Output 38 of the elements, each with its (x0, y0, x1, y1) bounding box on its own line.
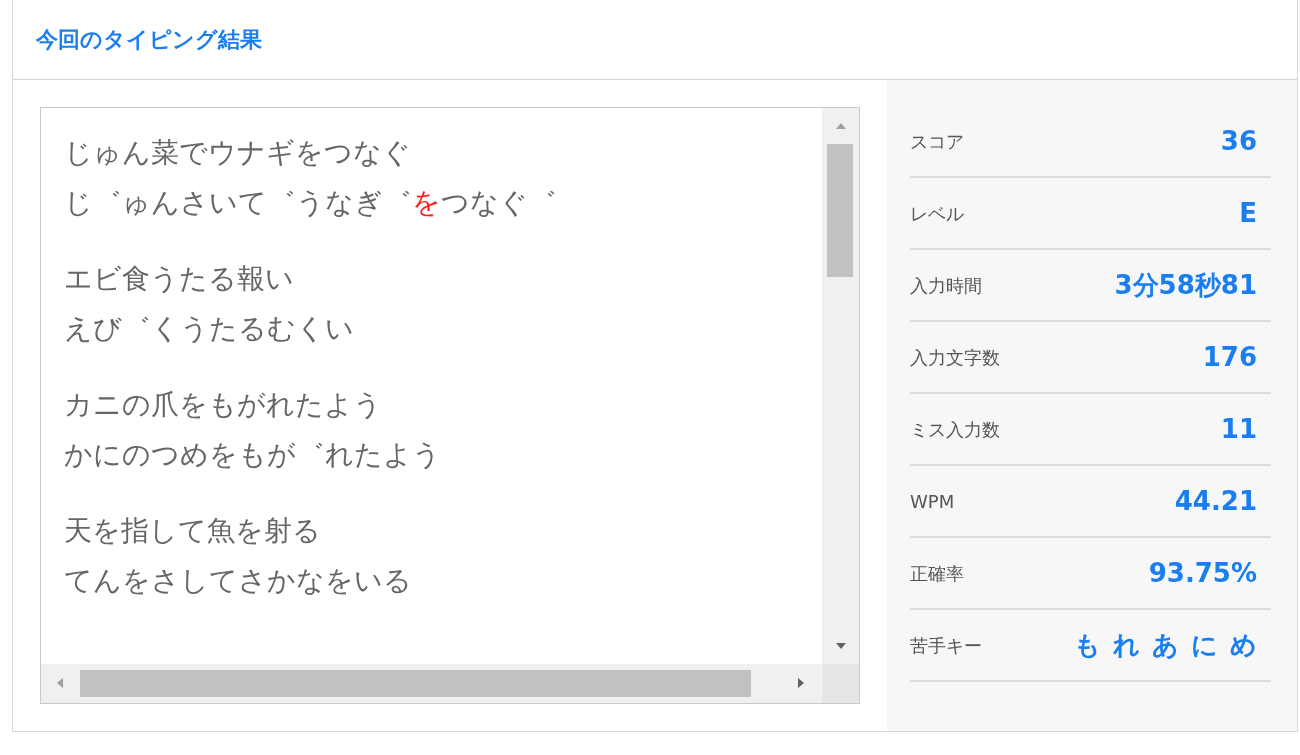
phrase-text: カニの爪をもがれたよう (64, 387, 382, 423)
stat-label: WPM (910, 489, 955, 514)
scroll-left-icon[interactable] (56, 677, 64, 689)
weak-key: に (1191, 625, 1218, 665)
stat-value: E (1239, 196, 1257, 230)
stat-label: 苦手キー (910, 633, 982, 658)
stat-value: 11 (1220, 412, 1257, 446)
phrase-text: じゅん菜でウナギをつなぐ (64, 135, 411, 171)
horizontal-scrollbar[interactable] (41, 664, 822, 703)
stat-value: 3分58秒81 (1114, 268, 1257, 302)
stat-label: 入力文字数 (910, 345, 1000, 370)
weak-key: め (1230, 625, 1257, 665)
scroll-up-icon[interactable] (835, 122, 847, 130)
scrollbar-thumb[interactable] (827, 144, 853, 277)
stat-value: 176 (1202, 340, 1257, 374)
weak-key: あ (1152, 625, 1179, 665)
phrase-text: 天を指して魚を射る (64, 513, 321, 549)
stat-value: 36 (1220, 124, 1257, 158)
reading-text: かにのつめをもが゛れたよう (64, 437, 441, 473)
scroll-right-icon[interactable] (797, 677, 805, 689)
scrollbar-thumb[interactable] (80, 670, 751, 697)
reading-text: えび゛くうたるむくい (64, 311, 354, 347)
stat-value: 44.21 (1174, 484, 1257, 518)
stat-label: 正確率 (910, 561, 964, 586)
reading-text: じ゛ゅんさいて゛うなぎ゛をつなぐ゛ (64, 185, 557, 221)
phrase-text: エビ食うたる報い (64, 261, 294, 297)
stat-label: レベル (910, 201, 964, 226)
scroll-down-icon[interactable] (835, 642, 847, 650)
stat-label: 入力時間 (910, 273, 982, 298)
weak-key: も (1074, 625, 1101, 665)
stat-value: 93.75% (1148, 556, 1257, 590)
stat-label: スコア (910, 129, 964, 154)
scrollbar-corner (822, 664, 859, 703)
stat-label: ミス入力数 (910, 417, 1000, 442)
vertical-scrollbar[interactable] (822, 108, 859, 664)
weak-key: れ (1113, 625, 1140, 665)
reading-text: てんをさしてさかなをいる (64, 563, 412, 599)
card-title: 今回のタイピング結果 (36, 26, 262, 54)
